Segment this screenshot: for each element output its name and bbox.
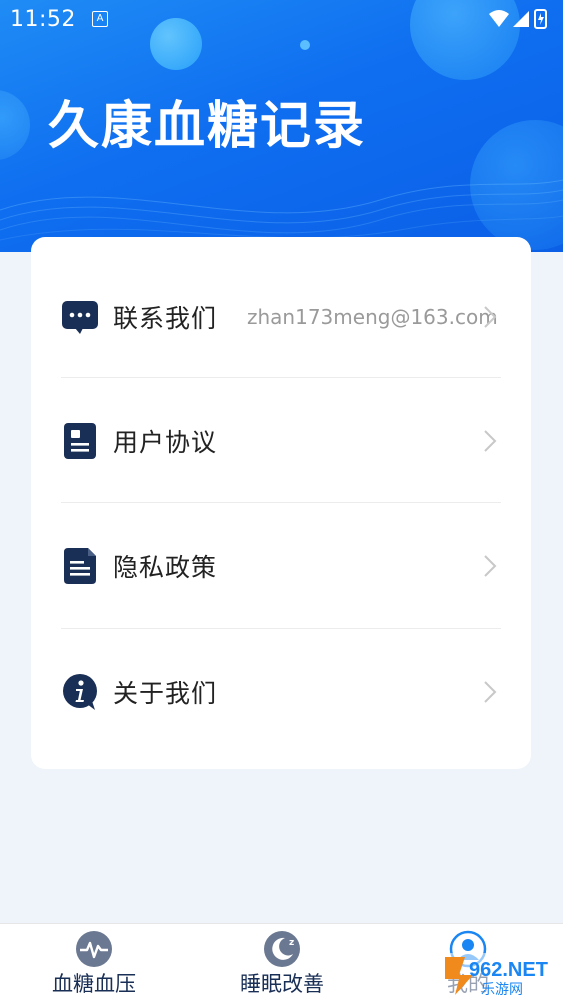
menu-item-privacy-policy[interactable]: 隐私政策 (61, 503, 501, 628)
chevron-right-icon (484, 305, 497, 328)
tab-sleep[interactable]: z 睡眠改善 (222, 924, 342, 1003)
contact-email: zhan173meng@163.com (247, 304, 498, 329)
info-icon (63, 673, 97, 710)
menu-item-about-us[interactable]: 关于我们 (61, 629, 501, 754)
status-icons (489, 9, 547, 29)
menu-item-label: 隐私政策 (113, 552, 218, 582)
notification-icon: A (92, 11, 108, 27)
decor-bubble (300, 40, 310, 50)
menu-item-contact[interactable]: 联系我们 zhan173meng@163.com (61, 254, 501, 379)
chevron-right-icon (484, 680, 497, 703)
chat-bubble-icon (62, 300, 98, 334)
file-list-icon (64, 547, 96, 584)
signal-icon (513, 11, 529, 27)
wifi-icon (489, 10, 509, 27)
svg-text:962.NET: 962.NET (469, 959, 548, 981)
menu-item-label: 用户协议 (113, 427, 218, 457)
status-bar: 11:52 A (0, 0, 563, 38)
menu-card: 联系我们 zhan173meng@163.com 用户协议 隐私政策 关于我们 (31, 237, 531, 769)
heartbeat-icon (76, 931, 112, 967)
tab-label: 血糖血压 (52, 972, 136, 996)
tab-glucose-pressure[interactable]: 血糖血压 (34, 924, 154, 1003)
document-icon (64, 422, 96, 459)
page-title: 久康血糖记录 (48, 97, 367, 156)
svg-text:乐游网: 乐游网 (481, 982, 523, 998)
site-watermark: 962.NET 乐游网 (437, 953, 557, 998)
menu-item-label: 联系我们 (113, 303, 218, 333)
menu-item-user-agreement[interactable]: 用户协议 (61, 378, 501, 503)
moon-sleep-icon: z (264, 931, 300, 967)
svg-text:z: z (289, 938, 294, 948)
status-time: 11:52 (10, 7, 76, 32)
menu-item-label: 关于我们 (113, 678, 218, 708)
chevron-right-icon (484, 554, 497, 577)
chevron-right-icon (484, 429, 497, 452)
tab-label: 睡眠改善 (240, 972, 324, 996)
